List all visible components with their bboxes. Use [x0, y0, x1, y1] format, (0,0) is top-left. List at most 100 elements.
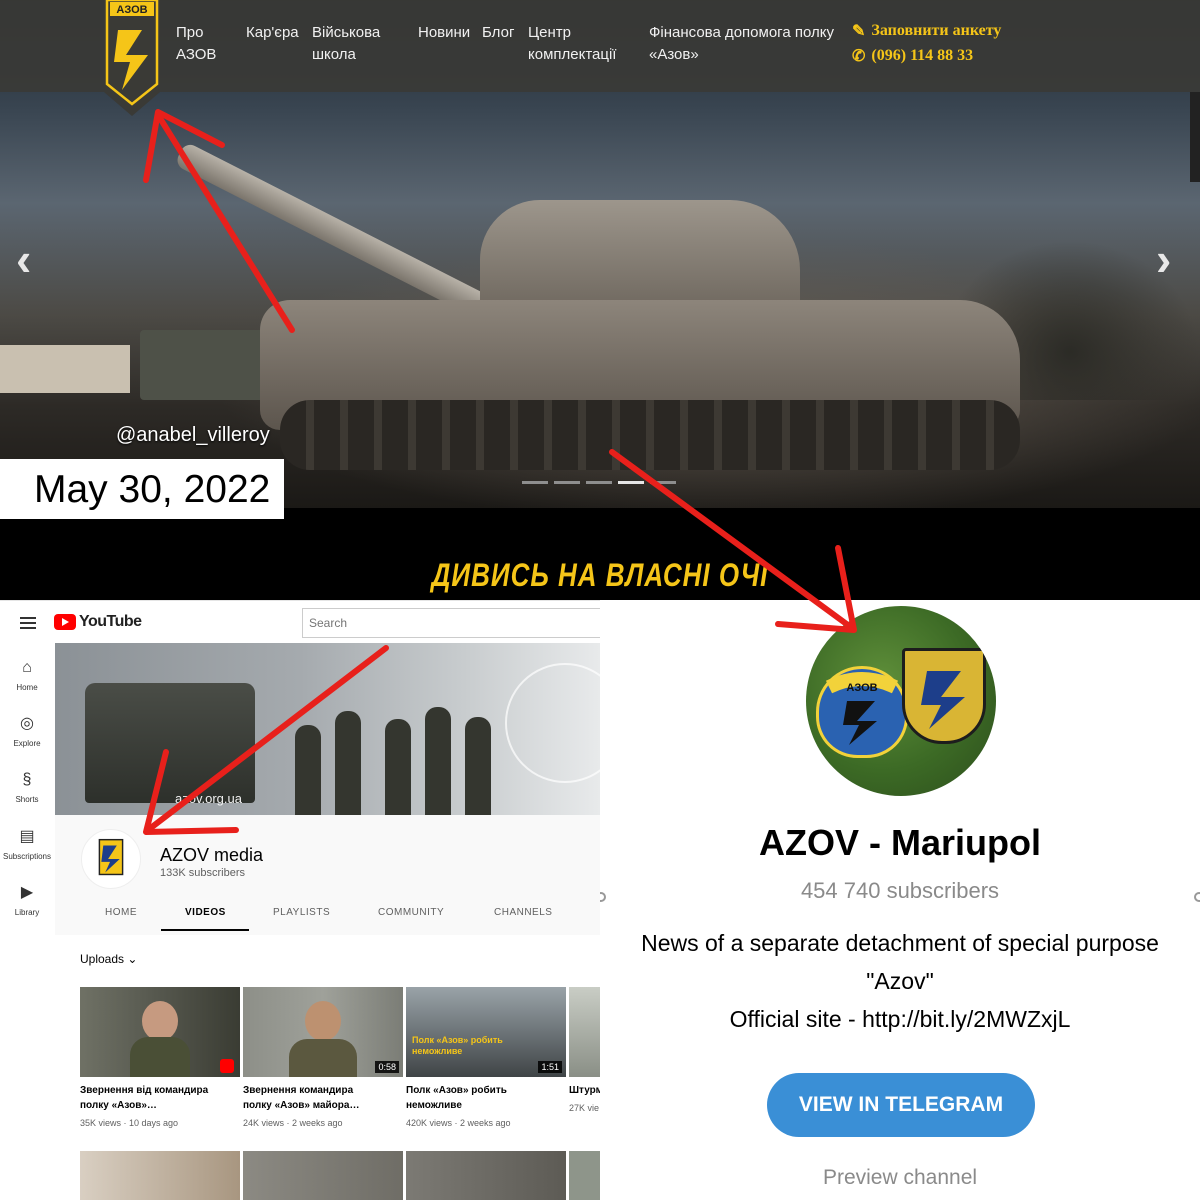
search-input[interactable]: [302, 608, 600, 638]
sidebar-item-library[interactable]: ▶ Library: [0, 884, 54, 917]
video-thumbnail[interactable]: 0:58: [243, 987, 403, 1077]
azov-logo[interactable]: АЗОВ: [104, 0, 160, 116]
tab-channels[interactable]: CHANNELS: [494, 907, 552, 918]
banner-soldier: [385, 719, 411, 815]
slider-dot-active[interactable]: [618, 481, 644, 484]
video-card[interactable]: Звернення від командира полку «Азов»… 35…: [80, 987, 240, 1128]
sidebar-item-explore[interactable]: ◎ Explore: [0, 715, 54, 748]
video-thumbnail[interactable]: [80, 1151, 240, 1200]
thumbnail-face: [305, 1001, 341, 1041]
sidebar-item-home[interactable]: ⌂ Home: [0, 659, 54, 692]
nav-financial-help-line1: Фінансова допомога полку: [649, 24, 834, 41]
azov-patch-shield: [902, 648, 986, 744]
video-meta: 420K views · 2 weeks ago: [406, 1118, 511, 1128]
video-card[interactable]: Полк «Азов» робить неможливе 1:51 Полк «…: [406, 987, 566, 1128]
chevron-down-icon: ⌄: [127, 952, 138, 966]
slider-dot[interactable]: [586, 481, 612, 484]
svg-text:АЗОВ: АЗОВ: [116, 4, 147, 16]
video-thumbnail[interactable]: [80, 987, 240, 1077]
video-title-line: Полк «Азов» робить: [406, 1085, 507, 1096]
slider-dot[interactable]: [650, 481, 676, 484]
azov-patch-emblem: АЗОВ: [825, 672, 899, 745]
shorts-icon: §: [22, 771, 32, 788]
nav-news-label: Новини: [418, 24, 471, 41]
tab-playlists[interactable]: PLAYLISTS: [273, 907, 330, 918]
subscriptions-icon: ▤: [19, 828, 35, 845]
azov-website-screenshot: АЗОВ Про АЗОВ Кар'єра Військова школа Но…: [0, 0, 1200, 600]
youtube-wordmark: YouTube: [79, 613, 142, 630]
tab-home[interactable]: HOME: [105, 907, 137, 918]
video-card[interactable]: 0:58 Звернення командира полку «Азов» ма…: [243, 987, 403, 1128]
view-in-telegram-button[interactable]: VIEW IN TELEGRAM: [767, 1073, 1035, 1137]
slider-dot[interactable]: [522, 481, 548, 484]
description-link[interactable]: Official site - http://bit.ly/2MWZxjL: [600, 1000, 1200, 1038]
phone-link[interactable]: ✆ (096) 114 88 33: [852, 46, 973, 66]
sidebar-label: Home: [16, 683, 38, 692]
video-title-line: Звернення від командира: [80, 1085, 209, 1096]
subscriber-count: 454 740 subscribers: [800, 878, 1000, 903]
nav-about[interactable]: Про АЗОВ: [176, 22, 216, 66]
channel-title: AZOV - Mariupol: [759, 822, 1041, 863]
nav-about-line2: АЗОВ: [176, 46, 217, 63]
description-line: News of a separate detachment of special…: [641, 930, 1159, 956]
explore-icon: ◎: [20, 715, 34, 732]
video-thumbnail[interactable]: [243, 1151, 403, 1200]
nav-financial-help-line2: «Азов»: [649, 46, 699, 63]
preview-channel-link[interactable]: Preview channel: [600, 1166, 1200, 1190]
channel-name: AZOV media: [160, 845, 264, 865]
video-thumbnail[interactable]: Полк «Азов» робить неможливе 1:51: [406, 987, 566, 1077]
video-title[interactable]: Полк «Азов» робить неможливе: [406, 1083, 566, 1113]
photo-credit: @anabel_villeroy: [116, 424, 270, 446]
nav-financial-help[interactable]: Фінансова допомога полку «Азов»: [649, 22, 834, 66]
slider-dots: [522, 481, 676, 484]
sidebar-label: Library: [14, 908, 40, 917]
sidebar-label: Explore: [13, 739, 41, 748]
slider-dot[interactable]: [554, 481, 580, 484]
library-icon: ▶: [20, 884, 34, 901]
uploads-sort-dropdown[interactable]: Uploads ⌄: [80, 952, 137, 966]
banner-reticle: [505, 663, 600, 783]
page-scrollbar[interactable]: [1190, 92, 1200, 182]
nav-recruitment-line2: комплектації: [528, 46, 617, 63]
video-thumbnail[interactable]: [569, 987, 600, 1077]
hero-truck: [140, 330, 280, 400]
video-title-line: полку «Азов»…: [80, 1100, 157, 1111]
nav-recruitment-line1: Центр: [528, 24, 571, 41]
video-meta: 27K vie: [569, 1103, 600, 1113]
video-title[interactable]: Звернення командира полку «Азов» майора…: [243, 1083, 403, 1113]
video-thumbnail[interactable]: [406, 1151, 566, 1200]
slider-prev-button[interactable]: ‹: [16, 232, 31, 286]
pencil-icon: ✎: [852, 23, 866, 40]
nav-military-school[interactable]: Військова школа: [312, 22, 380, 66]
fill-form-link[interactable]: ✎ Заповнити анкету: [852, 21, 1001, 41]
nav-blog-label: Блог: [482, 24, 515, 41]
uploads-label: Uploads: [80, 952, 125, 966]
active-tab-indicator: [161, 929, 249, 931]
channel-avatar[interactable]: [81, 829, 141, 889]
youtube-logo[interactable]: YouTube: [54, 613, 142, 631]
nav-news[interactable]: Новини: [418, 22, 470, 44]
video-title[interactable]: Штурм: [569, 1083, 600, 1098]
nav-recruitment-center[interactable]: Центр комплектації: [528, 22, 616, 66]
sidebar-item-shorts[interactable]: § Shorts: [0, 771, 54, 804]
channel-avatar: АЗОВ: [806, 606, 996, 796]
video-title-line: полку «Азов» майора…: [243, 1100, 360, 1111]
banner-url: azov.org.ua: [175, 791, 242, 806]
description-line: "Azov": [866, 968, 934, 994]
svg-text:АЗОВ: АЗОВ: [846, 682, 877, 694]
chevron-right-icon: ›: [1156, 233, 1172, 285]
slider-next-button[interactable]: ›: [1156, 232, 1171, 286]
nav-career[interactable]: Кар'єра: [246, 22, 299, 44]
video-card[interactable]: Штурм 27K vie: [569, 987, 600, 1113]
menu-icon[interactable]: [20, 617, 36, 629]
banner-soldier: [295, 725, 321, 815]
phone-icon: ✆: [852, 48, 866, 65]
video-thumbnail[interactable]: [569, 1151, 600, 1200]
video-title[interactable]: Звернення від командира полку «Азов»…: [80, 1083, 240, 1113]
tab-community[interactable]: COMMUNITY: [378, 907, 444, 918]
sidebar-item-subscriptions[interactable]: ▤ Subscriptions: [0, 828, 54, 861]
nav-blog[interactable]: Блог: [482, 22, 514, 44]
phone-number: (096) 114 88 33: [871, 47, 974, 64]
tab-videos[interactable]: VIDEOS: [185, 907, 226, 918]
fill-form-label: Заповнити анкету: [871, 22, 1002, 39]
